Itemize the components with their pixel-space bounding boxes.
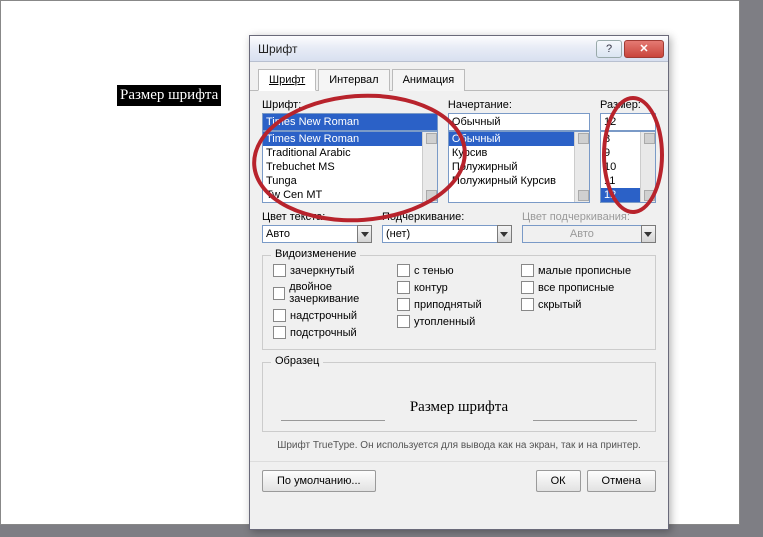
underline-color-value	[522, 225, 641, 243]
font-dialog: Шрифт ? ✕ Шрифт Интервал Анимация Шрифт:…	[249, 35, 669, 530]
effects-group: Видоизменение зачеркнутый двойное зачерк…	[262, 255, 656, 350]
tabs: Шрифт Интервал Анимация	[250, 62, 668, 91]
default-button[interactable]: По умолчанию...	[262, 470, 376, 492]
checkbox-double-strike[interactable]: двойное зачеркивание	[273, 281, 397, 305]
checkbox-superscript[interactable]: надстрочный	[273, 309, 397, 322]
chevron-down-icon	[641, 225, 656, 243]
list-item[interactable]: Полужирный Курсив	[449, 174, 589, 188]
scrollbar[interactable]	[422, 132, 437, 202]
document-selected-text: Размер шрифта	[117, 85, 221, 106]
tab-spacing[interactable]: Интервал	[318, 69, 389, 91]
dialog-body: Шрифт: Times New Roman Traditional Arabi…	[250, 91, 668, 461]
style-label: Начертание:	[448, 99, 590, 111]
color-combo[interactable]	[262, 225, 372, 243]
close-button[interactable]: ✕	[624, 40, 664, 58]
help-button[interactable]: ?	[596, 40, 622, 58]
font-label: Шрифт:	[262, 99, 438, 111]
preview-title: Образец	[271, 355, 323, 367]
font-input[interactable]	[262, 113, 438, 131]
list-item[interactable]: Trebuchet MS	[263, 160, 437, 174]
size-listbox[interactable]: 8 9 10 11 12	[600, 131, 656, 203]
checkbox-allcaps[interactable]: все прописные	[521, 281, 645, 294]
list-item[interactable]: Курсив	[449, 146, 589, 160]
list-item[interactable]: Tunga	[263, 174, 437, 188]
color-label: Цвет текста:	[262, 211, 372, 223]
scrollbar[interactable]	[574, 132, 589, 202]
style-input[interactable]	[448, 113, 590, 131]
underline-color-label: Цвет подчеркивания:	[522, 211, 656, 223]
list-item[interactable]: Tw Cen MT	[263, 188, 437, 202]
dialog-title: Шрифт	[258, 42, 594, 56]
font-listbox[interactable]: Times New Roman Traditional Arabic Trebu…	[262, 131, 438, 203]
size-input[interactable]	[600, 113, 656, 131]
list-item[interactable]: Traditional Arabic	[263, 146, 437, 160]
checkbox-shadow[interactable]: с тенью	[397, 264, 521, 277]
effects-title: Видоизменение	[271, 248, 360, 260]
style-listbox[interactable]: Обычный Курсив Полужирный Полужирный Кур…	[448, 131, 590, 203]
list-item[interactable]: Обычный	[449, 132, 589, 146]
checkbox-strikethrough[interactable]: зачеркнутый	[273, 264, 397, 277]
tab-font[interactable]: Шрифт	[258, 69, 316, 91]
cancel-button[interactable]: Отмена	[587, 470, 656, 492]
checkbox-engrave[interactable]: утопленный	[397, 315, 521, 328]
checkbox-emboss[interactable]: приподнятый	[397, 298, 521, 311]
list-item[interactable]: Times New Roman	[263, 132, 437, 146]
size-label: Размер:	[600, 99, 656, 111]
titlebar: Шрифт ? ✕	[250, 36, 668, 62]
checkbox-hidden[interactable]: скрытый	[521, 298, 645, 311]
chevron-down-icon[interactable]	[357, 225, 372, 243]
underline-value[interactable]	[382, 225, 497, 243]
checkbox-smallcaps[interactable]: малые прописные	[521, 264, 645, 277]
scrollbar[interactable]	[640, 132, 655, 202]
checkbox-outline[interactable]: контур	[397, 281, 521, 294]
checkbox-subscript[interactable]: подстрочный	[273, 326, 397, 339]
color-value[interactable]	[262, 225, 357, 243]
list-item[interactable]: Полужирный	[449, 160, 589, 174]
underline-combo[interactable]	[382, 225, 512, 243]
ok-button[interactable]: ОК	[536, 470, 581, 492]
preview-text: Размер шрифта	[410, 389, 508, 416]
underline-color-combo	[522, 225, 656, 243]
button-row: По умолчанию... ОК Отмена	[250, 461, 668, 500]
font-hint: Шрифт TrueType. Он используется для выво…	[262, 440, 656, 451]
preview-group: Образец Размер шрифта	[262, 362, 656, 432]
chevron-down-icon[interactable]	[497, 225, 512, 243]
underline-label: Подчеркивание:	[382, 211, 512, 223]
tab-animation[interactable]: Анимация	[392, 69, 466, 91]
